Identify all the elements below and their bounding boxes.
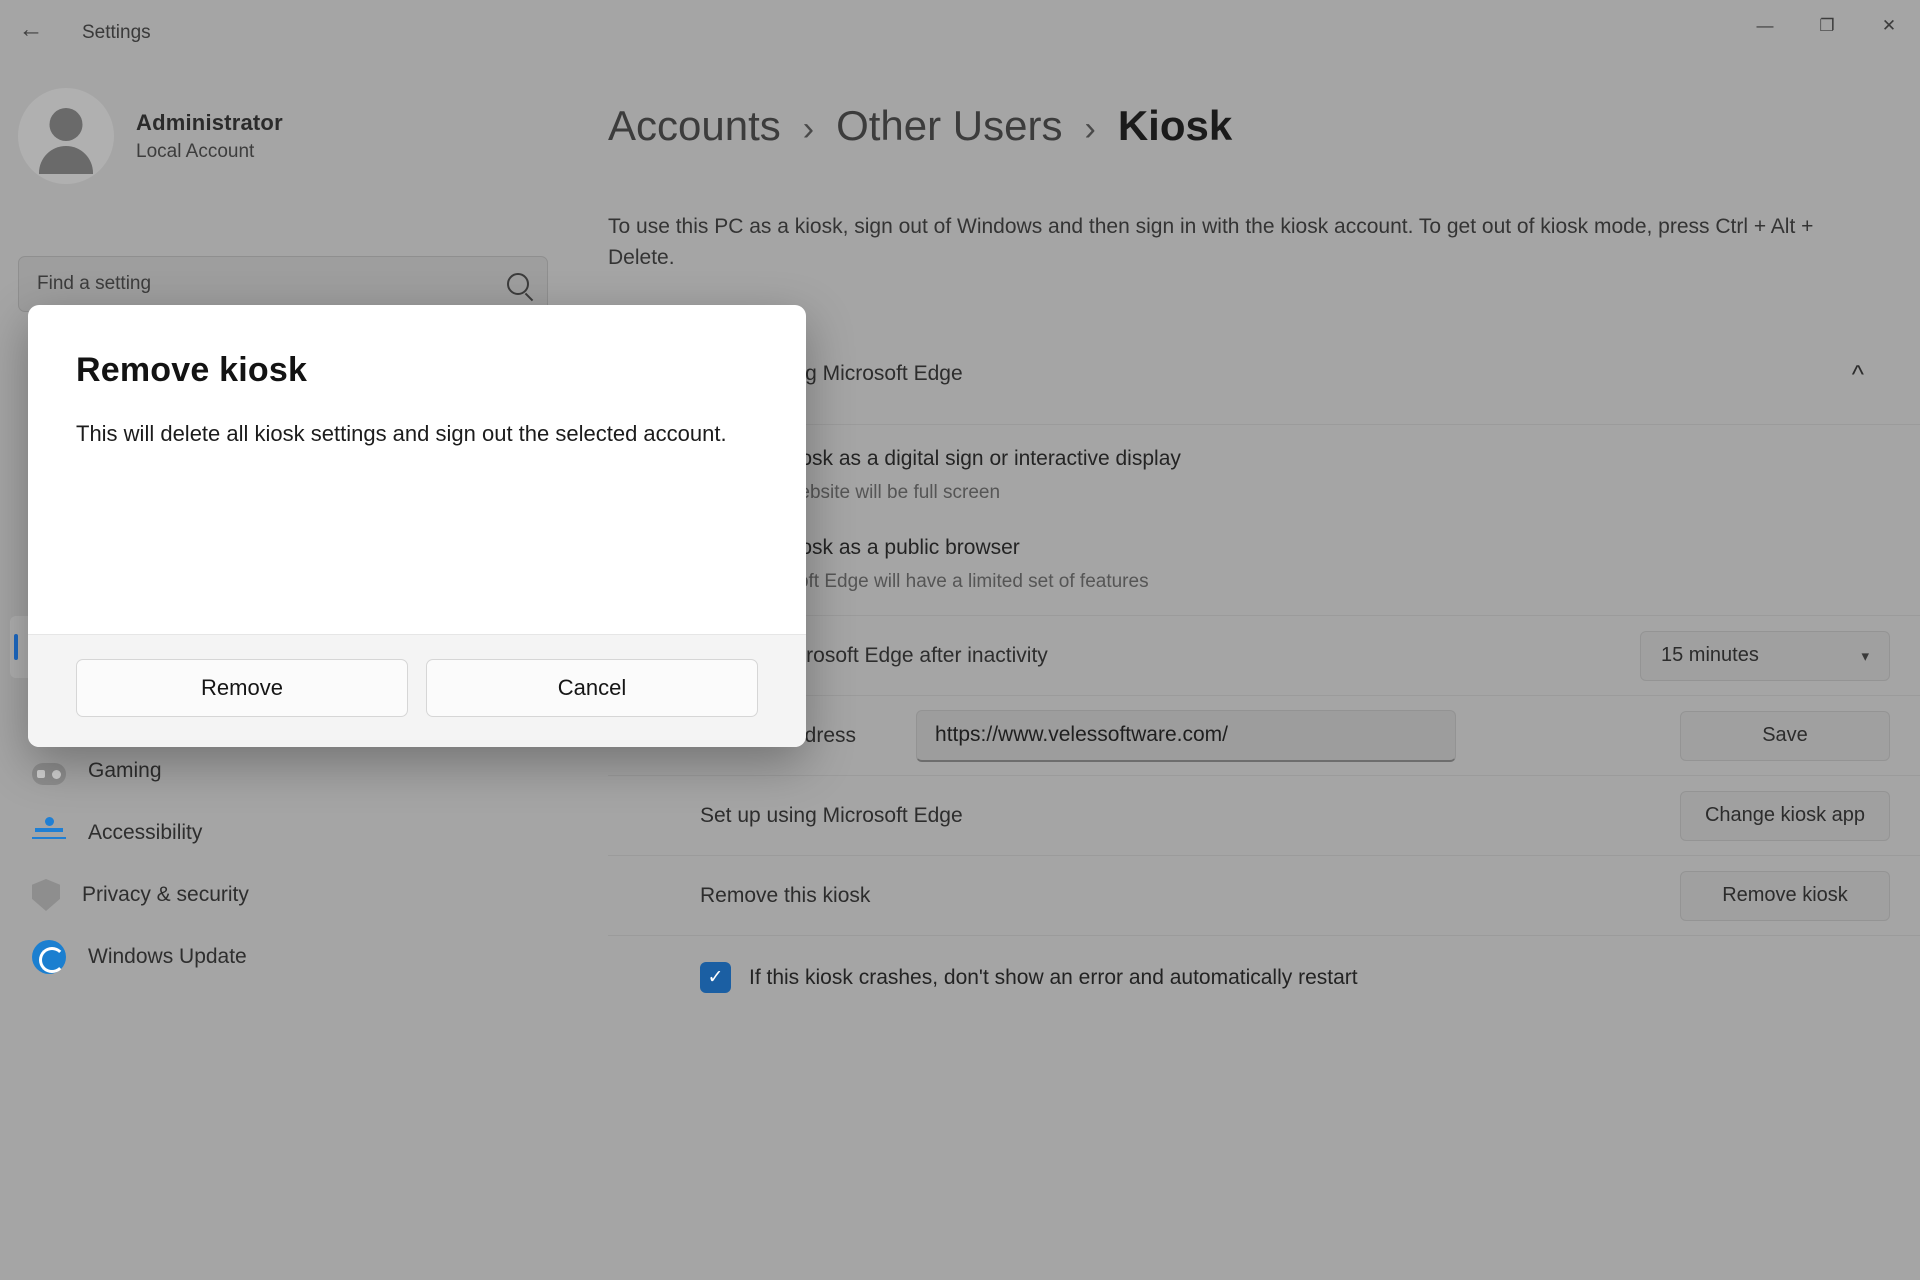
page-title: Kiosk: [1117, 102, 1233, 149]
dialog-remove-button[interactable]: Remove: [76, 659, 408, 717]
radio-option-public-browser[interactable]: Use kiosk as a public browser: [700, 536, 1890, 564]
row-auto-restart: ✓ If this kiosk crashes, don't show an e…: [608, 935, 1920, 1019]
row-setup-edge: Set up using Microsoft Edge Change kiosk…: [608, 775, 1920, 855]
window-controls: — ❐ ✕: [1734, 0, 1920, 52]
radio-option-label: Use kiosk as a digital sign or interacti…: [742, 447, 1181, 470]
account-name: Administrator: [136, 109, 283, 135]
app-title: Settings: [82, 22, 151, 43]
chevron-right-icon: ›: [802, 110, 815, 148]
title-bar: ← Settings — ❐ ✕: [0, 0, 1920, 56]
radio-option-subtitle: Your website will be full screen: [742, 482, 1001, 503]
breadcrumb-accounts[interactable]: Accounts: [608, 102, 781, 150]
breadcrumb-other-users[interactable]: Other Users: [836, 102, 1062, 150]
remove-kiosk-dialog: Remove kiosk This will delete all kiosk …: [28, 305, 806, 747]
sidebar-item-windows-update[interactable]: Windows Update: [10, 926, 556, 988]
dialog-cancel-button[interactable]: Cancel: [426, 659, 758, 717]
auto-restart-checkbox-row[interactable]: ✓ If this kiosk crashes, don't show an e…: [700, 962, 1358, 993]
dialog-body: Remove kiosk This will delete all kiosk …: [28, 305, 806, 634]
intro-text: To use this PC as a kiosk, sign out of W…: [608, 215, 1814, 270]
row-label: Set up using Microsoft Edge: [700, 803, 963, 827]
change-kiosk-app-button[interactable]: Change kiosk app: [1680, 790, 1890, 841]
row-remove-kiosk: Remove this kiosk Remove kiosk: [608, 855, 1920, 935]
chevron-down-icon: ▾: [1861, 647, 1869, 665]
maximize-icon[interactable]: ❐: [1796, 0, 1858, 52]
avatar: [18, 88, 114, 184]
breadcrumb: Accounts › Other Users › Kiosk: [608, 102, 1232, 150]
radio-option-subtitle: Microsoft Edge will have a limited set o…: [742, 571, 1149, 592]
back-arrow-icon[interactable]: ←: [14, 14, 48, 44]
checkbox-icon[interactable]: ✓: [700, 962, 731, 993]
minimize-icon[interactable]: —: [1734, 0, 1796, 52]
save-button[interactable]: Save: [1680, 710, 1890, 761]
chevron-up-icon[interactable]: ^: [1852, 359, 1864, 390]
checkbox-label: If this kiosk crashes, don't show an err…: [749, 965, 1358, 989]
dialog-title: Remove kiosk: [76, 351, 308, 389]
update-icon: [32, 940, 66, 974]
sidebar-item-gaming[interactable]: Gaming: [10, 740, 556, 802]
sidebar-item-label: Accessibility: [88, 821, 203, 844]
account-card[interactable]: Administrator Local Account: [18, 88, 283, 184]
dialog-footer: Remove Cancel: [28, 634, 806, 747]
accessibility-icon: [32, 816, 66, 850]
remove-kiosk-button[interactable]: Remove kiosk: [1680, 870, 1890, 921]
account-subtitle: Local Account: [136, 140, 255, 162]
shield-icon: [32, 879, 60, 911]
sidebar-item-privacy-security[interactable]: Privacy & security: [10, 864, 556, 926]
website-address-input[interactable]: https://www.velessoftware.com/: [916, 709, 1457, 762]
search-placeholder: Find a setting: [37, 273, 152, 294]
radio-option-digital-sign[interactable]: Use kiosk as a digital sign or interacti…: [700, 447, 1890, 475]
dialog-message: This will delete all kiosk settings and …: [76, 421, 727, 446]
sidebar-item-label: Windows Update: [88, 945, 247, 968]
gamepad-icon: [32, 763, 66, 785]
search-input[interactable]: Find a setting: [18, 256, 548, 312]
search-icon: [507, 273, 529, 295]
close-icon[interactable]: ✕: [1858, 0, 1920, 52]
inactivity-dropdown[interactable]: 15 minutes ▾: [1640, 630, 1890, 681]
row-label: Remove this kiosk: [700, 883, 871, 907]
sidebar-item-label: Privacy & security: [82, 883, 249, 906]
chevron-right-icon: ›: [1084, 110, 1096, 148]
sidebar-item-label: Gaming: [88, 759, 162, 782]
dropdown-value: 15 minutes: [1661, 644, 1759, 666]
sidebar-item-accessibility[interactable]: Accessibility: [10, 802, 556, 864]
